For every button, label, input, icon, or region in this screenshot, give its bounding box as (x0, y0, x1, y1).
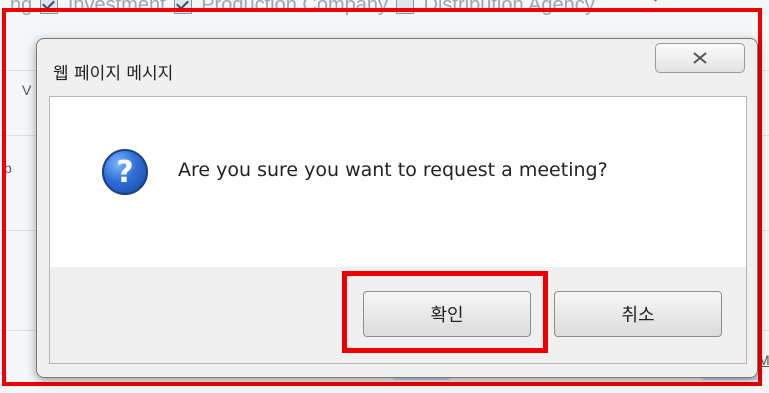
dialog-content: ? Are you sure you want to request a mee… (49, 96, 747, 364)
bg-text-fragment: p (4, 160, 12, 176)
ok-button-label: 확인 (430, 305, 464, 326)
checkbox-icon[interactable] (40, 0, 59, 15)
background-filter-tabs: ng Investment Production Company Distrib… (10, 0, 595, 18)
close-icon (693, 52, 707, 64)
confirm-dialog: 웹 페이지 메시지 ? Are you sure you want to req… (36, 38, 758, 378)
cancel-button[interactable]: 취소 (554, 291, 722, 337)
dialog-message: Are you sure you want to request a meeti… (178, 159, 608, 181)
bg-filter-investment[interactable]: Investment (40, 0, 166, 17)
bg-tab-fragment: ng (10, 0, 33, 16)
bg-filter-production-company[interactable]: Production Company (173, 0, 388, 17)
dialog-titlebar[interactable]: 웹 페이지 메시지 (37, 39, 757, 95)
checkbox-icon[interactable] (173, 0, 192, 15)
bg-text-fragment: M (758, 352, 769, 368)
close-button[interactable] (655, 43, 745, 73)
bg-filter-distribution-agency[interactable]: Distribution Agency (395, 0, 595, 17)
ok-button[interactable]: 확인 (363, 291, 531, 337)
button-area: 확인 취소 (50, 267, 746, 363)
question-icon: ? (102, 149, 148, 195)
bg-text-fragment: V (22, 82, 32, 98)
message-area: ? Are you sure you want to request a mee… (50, 97, 746, 267)
checkbox-icon[interactable] (395, 0, 414, 15)
dialog-title: 웹 페이지 메시지 (53, 64, 174, 84)
cancel-button-label: 취소 (621, 305, 655, 326)
